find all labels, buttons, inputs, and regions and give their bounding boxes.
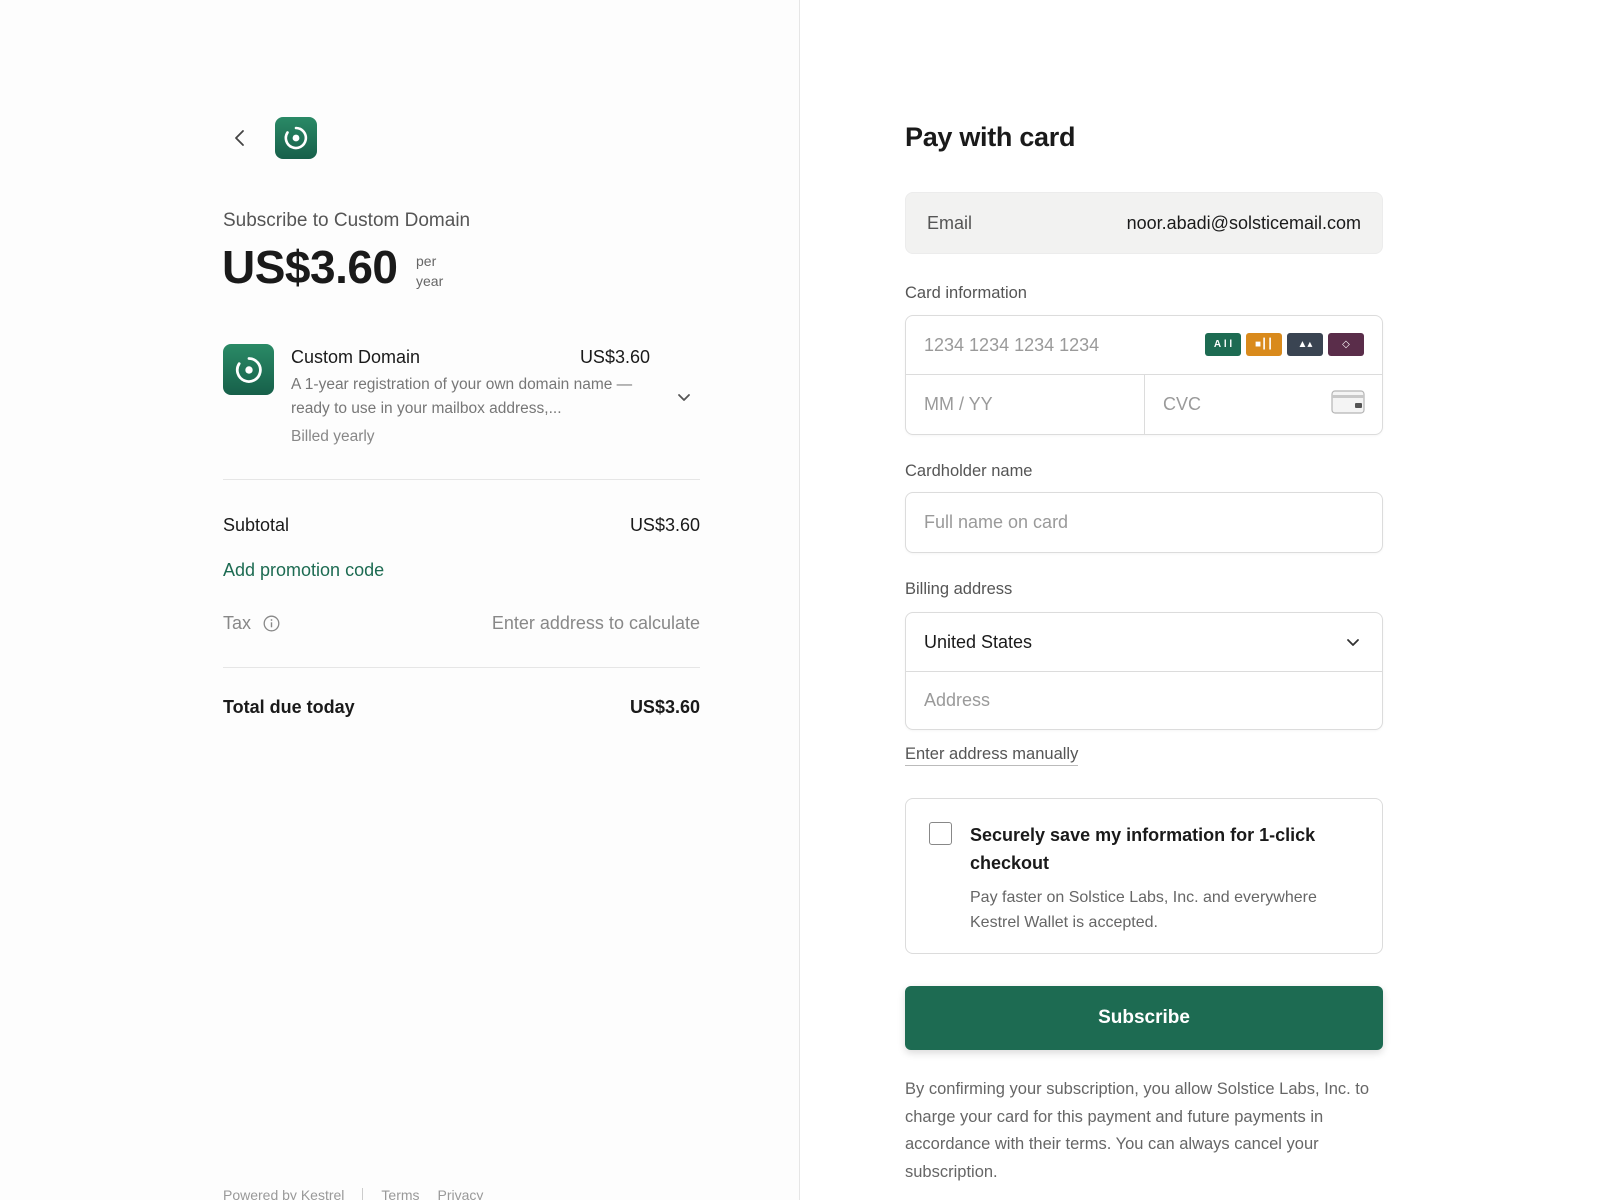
subtotal-value: US$3.60 xyxy=(629,515,700,535)
product-thumbnail xyxy=(223,344,274,395)
brand-4-icon: ◇ xyxy=(1328,333,1364,356)
card-information-label: Card information xyxy=(905,284,1027,302)
billing-period-line-1: per xyxy=(416,253,437,269)
cvc-input[interactable]: CVC xyxy=(1145,375,1383,435)
billing-period: per year xyxy=(416,251,443,291)
total-due-label: Total due today xyxy=(223,697,355,717)
terms-link[interactable]: Terms xyxy=(381,1187,419,1200)
address-placeholder: Address xyxy=(924,690,991,710)
email-value: noor.abadi@solsticemail.com xyxy=(1126,213,1361,233)
cardholder-name-label: Cardholder name xyxy=(905,462,1033,480)
add-promotion-code-button[interactable]: Add promotion code xyxy=(223,560,384,581)
card-brands: A l l ■┃┃ ▲▴ ◇ xyxy=(1205,333,1364,356)
product-description: A 1-year registration of your own domain… xyxy=(291,376,633,417)
back-button[interactable] xyxy=(228,126,252,150)
address-input[interactable]: Address xyxy=(906,672,1382,730)
logo-ring-icon xyxy=(235,356,262,383)
total-due-value: US$3.60 xyxy=(629,697,700,717)
billing-period-line-2: year xyxy=(416,273,444,289)
payment-title: Pay with card xyxy=(905,122,1076,152)
save-info-panel: Securely save my information for 1-click… xyxy=(905,798,1383,954)
footer: Powered by Kestrel Terms Privacy xyxy=(223,1187,483,1200)
country-value: United States xyxy=(924,632,1033,652)
cardholder-name-placeholder: Full name on card xyxy=(924,512,1069,532)
subscription-price: US$3.60 xyxy=(222,241,398,293)
billing-address-group: United States Address xyxy=(905,612,1383,730)
billing-address-label: Billing address xyxy=(905,580,1013,598)
chevron-down-icon xyxy=(1347,639,1359,646)
product-price: US$3.60 xyxy=(579,347,650,367)
cvc-card-icon xyxy=(1331,390,1365,414)
subscribe-button[interactable]: Subscribe xyxy=(905,986,1383,1050)
cvc-placeholder: CVC xyxy=(1163,394,1202,414)
privacy-link[interactable]: Privacy xyxy=(438,1187,484,1200)
expand-details-button[interactable] xyxy=(675,388,693,406)
brand-3-icon: ▲▴ xyxy=(1287,333,1323,356)
expiry-input[interactable]: MM / YY xyxy=(906,375,1145,435)
info-icon[interactable] xyxy=(263,615,280,632)
payment-panel: Pay with card Email noor.abadi@solsticem… xyxy=(800,0,1600,1200)
brand-1-icon: A l l xyxy=(1205,333,1241,356)
save-info-title: Securely save my information for 1-click… xyxy=(970,825,1316,873)
legal-disclaimer: By confirming your subscription, you all… xyxy=(905,1080,1370,1181)
powered-by-link[interactable]: Powered by Kestrel xyxy=(223,1187,344,1200)
enter-address-manually-link[interactable]: Enter address manually xyxy=(905,745,1079,766)
expiry-placeholder: MM / YY xyxy=(924,394,993,414)
tax-value: Enter address to calculate xyxy=(491,613,700,633)
chevron-down-icon xyxy=(678,394,690,401)
email-label: Email xyxy=(927,213,973,233)
card-number-placeholder: 1234 1234 1234 1234 xyxy=(924,335,1100,355)
footer-separator xyxy=(362,1188,364,1200)
subscription-title: Subscribe to Custom Domain xyxy=(223,210,471,231)
divider xyxy=(223,479,700,480)
card-number-input[interactable]: 1234 1234 1234 1234 A l l ■┃┃ ▲▴ ◇ xyxy=(906,316,1382,375)
product-billing-frequency: Billed yearly xyxy=(291,428,375,445)
tax-label: Tax xyxy=(223,613,252,633)
email-field[interactable]: Email noor.abadi@solsticemail.com xyxy=(905,192,1383,254)
merchant-logo xyxy=(275,117,317,159)
brand-2-icon: ■┃┃ xyxy=(1246,333,1282,356)
save-info-description: Pay faster on Solstice Labs, Inc. and ev… xyxy=(970,889,1317,931)
logo-ring-icon xyxy=(284,126,308,150)
card-information-group: 1234 1234 1234 1234 A l l ■┃┃ ▲▴ ◇ MM / YY … xyxy=(905,315,1383,435)
save-info-checkbox[interactable] xyxy=(929,822,952,845)
product-name: Custom Domain xyxy=(291,347,421,367)
chevron-left-icon xyxy=(235,130,244,146)
divider xyxy=(223,667,700,668)
subtotal-label: Subtotal xyxy=(223,515,290,535)
cardholder-name-input[interactable]: Full name on card xyxy=(905,492,1383,553)
country-select[interactable]: United States xyxy=(906,613,1382,672)
order-summary-panel: Subscribe to Custom Domain US$3.60 per y… xyxy=(0,0,799,1200)
